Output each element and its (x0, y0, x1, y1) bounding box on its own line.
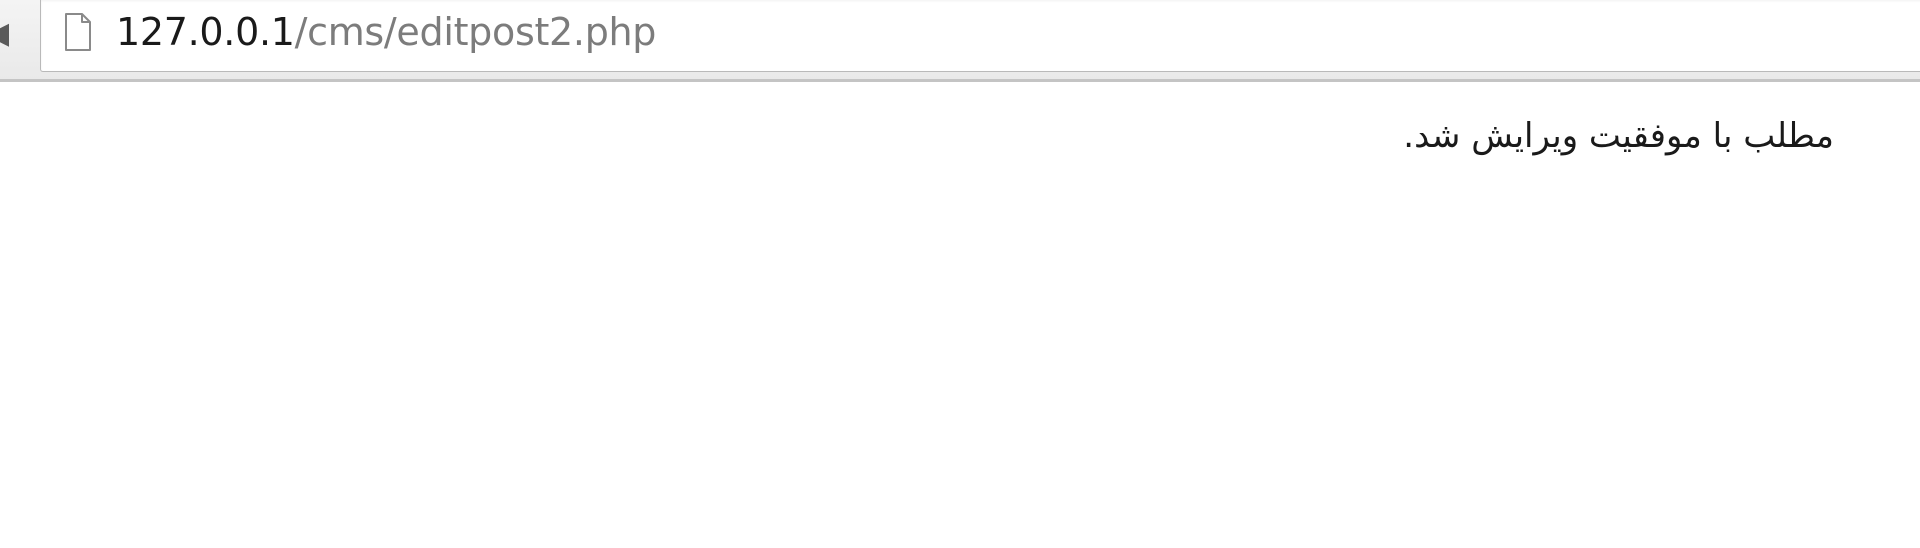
reload-icon: ◀ (0, 14, 22, 54)
browser-toolbar: ◀ 127.0.0.1/cms/editpost2.php (0, 0, 1920, 82)
success-message: مطلب با موفقیت ویرایش شد. (1403, 116, 1834, 156)
url-text[interactable]: 127.0.0.1/cms/editpost2.php (116, 10, 656, 54)
page-content: مطلب با موفقیت ویرایش شد. (0, 82, 1920, 548)
url-path: /cms/editpost2.php (294, 10, 657, 54)
address-bar[interactable]: 127.0.0.1/cms/editpost2.php (40, 0, 1920, 72)
url-host: 127.0.0.1 (116, 10, 295, 54)
reload-button[interactable]: ◀ (0, 14, 22, 54)
page-icon (65, 13, 91, 51)
